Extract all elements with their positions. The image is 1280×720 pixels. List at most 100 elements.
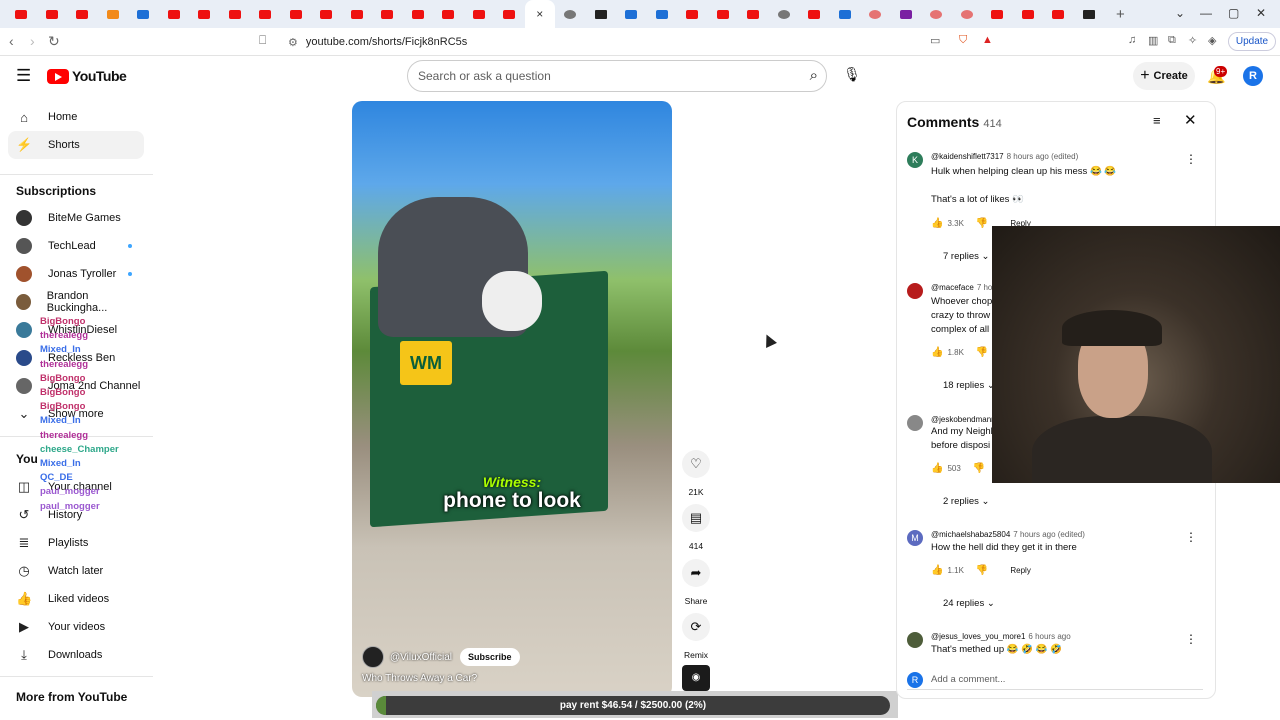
comment-author[interactable]: @michaelshabaz5804 7 hours ago (edited) — [931, 530, 1085, 539]
tab-youtube[interactable] — [464, 0, 495, 28]
back-icon[interactable]: ‹ — [9, 33, 14, 49]
tab-x[interactable] — [586, 0, 617, 28]
tab-pocket[interactable] — [921, 0, 952, 28]
address-bar[interactable]: ⚙ youtube.com/shorts/Ficjk8nRC5s — [276, 31, 996, 53]
tab-twitch[interactable] — [891, 0, 922, 28]
sidebar-item-shorts[interactable]: ⚡ Shorts — [8, 131, 144, 159]
sound-avatar[interactable]: ◉ — [682, 665, 710, 691]
tab-steam[interactable] — [128, 0, 159, 28]
short-video-player[interactable]: WM Witness: phone to look @ViluxOfficial… — [352, 101, 672, 697]
tab-youtube[interactable] — [311, 0, 342, 28]
thumbs-down-icon[interactable]: 👎 — [976, 218, 988, 229]
minimize-icon[interactable]: — — [1200, 6, 1212, 20]
like-button[interactable]: ♡ — [682, 450, 710, 478]
add-comment-input[interactable]: Add a comment... — [931, 674, 1005, 685]
brave-shield-icon[interactable]: ⛉ — [959, 34, 967, 47]
tab-youtube[interactable] — [799, 0, 830, 28]
microphone-icon[interactable]: 🎙 — [840, 66, 864, 86]
avatar[interactable] — [907, 283, 923, 299]
tab-youtube[interactable] — [250, 0, 281, 28]
subscription-item[interactable]: Reckless Ben — [8, 344, 144, 372]
tab-youtube[interactable] — [982, 0, 1013, 28]
subscription-item[interactable]: WhistlinDiesel — [8, 316, 144, 344]
subscription-item[interactable]: TechLead — [8, 232, 144, 260]
more-options-icon[interactable]: ⋮ — [1185, 632, 1197, 646]
reload-icon[interactable]: ↻ — [48, 33, 60, 50]
tab-youtube[interactable] — [403, 0, 434, 28]
subscription-item[interactable]: Brandon Buckingha... — [8, 288, 144, 316]
thumbs-down-icon[interactable]: 👎 — [973, 463, 985, 474]
thumbs-down-icon[interactable]: 👎 — [976, 565, 988, 576]
search-icon[interactable]: ⌕ — [810, 67, 818, 84]
show-more-button[interactable]: ⌄ Show more — [8, 400, 144, 428]
tab-youtube[interactable] — [708, 0, 739, 28]
share-button[interactable]: ➦ — [682, 559, 710, 587]
you-heading[interactable]: You — [16, 452, 38, 466]
sidebar-item-playlists[interactable]: ≣ Playlists — [8, 529, 144, 557]
remix-button[interactable]: ⟳ — [682, 613, 710, 641]
media-icon[interactable]: ♫ — [1128, 34, 1136, 46]
search-input[interactable]: Search or ask a question ⌕ — [407, 60, 827, 92]
reply-button[interactable]: Reply — [1010, 566, 1030, 575]
tab-youtube[interactable] — [37, 0, 68, 28]
add-comment-row[interactable]: R Add a comment... — [907, 670, 1203, 690]
sidebar-item-downloads[interactable]: ⤓ Downloads — [8, 641, 144, 669]
forward-icon[interactable]: › — [30, 33, 35, 49]
tab-youtube[interactable] — [189, 0, 220, 28]
tab-active[interactable]: × — [524, 0, 555, 28]
subscribe-button[interactable]: Subscribe — [460, 648, 520, 666]
replies-toggle[interactable]: 7 replies ⌄ — [943, 251, 990, 262]
avatar[interactable]: M — [907, 530, 923, 546]
tab-pocket[interactable] — [952, 0, 983, 28]
replies-toggle[interactable]: 18 replies ⌄ — [943, 380, 995, 391]
channel-name[interactable]: @ViluxOfficial — [390, 652, 452, 663]
sidebar-item-history[interactable]: ↺ History — [8, 501, 144, 529]
close-icon[interactable]: ✕ — [1184, 111, 1197, 129]
subscription-item[interactable]: Jonas Tyroller — [8, 260, 144, 288]
youtube-logo[interactable]: YouTube — [47, 68, 127, 84]
replies-toggle[interactable]: 24 replies ⌄ — [943, 598, 995, 609]
tab-youtube[interactable] — [1043, 0, 1074, 28]
rewards-icon[interactable]: ▲ — [982, 34, 993, 46]
ai-icon[interactable]: ✧ — [1188, 34, 1197, 47]
tab-globe[interactable] — [769, 0, 800, 28]
tab-reddit[interactable] — [98, 0, 129, 28]
avatar[interactable] — [907, 415, 923, 431]
tab-youtube[interactable] — [494, 0, 525, 28]
tab-youtube[interactable] — [6, 0, 37, 28]
tab-calendar[interactable] — [555, 0, 586, 28]
sidebar-toggle-icon[interactable]: ▥ — [1148, 34, 1158, 47]
comment-author[interactable]: @jeskobendmann — [931, 415, 996, 424]
update-button[interactable]: Update — [1228, 32, 1276, 51]
tab-youtube[interactable] — [372, 0, 403, 28]
close-window-icon[interactable]: ✕ — [1256, 6, 1266, 20]
thumbs-up-icon[interactable]: 👍 — [931, 218, 943, 229]
tab-youtube[interactable] — [281, 0, 312, 28]
sidebar-item-watch-later[interactable]: ◷ Watch later — [8, 557, 144, 585]
create-button[interactable]: + Create — [1133, 62, 1195, 90]
more-options-icon[interactable]: ⋮ — [1185, 152, 1197, 166]
cast-icon[interactable]: ▭ — [930, 34, 940, 47]
tab-x[interactable] — [1074, 0, 1105, 28]
sidebar-item-liked-videos[interactable]: 👍 Liked videos — [8, 585, 144, 613]
tab-search-icon[interactable]: ⌄ — [1175, 6, 1185, 20]
sidebar-item-home[interactable]: ⌂ Home — [8, 103, 144, 131]
comment-author[interactable]: @jesus_loves_you_more1 6 hours ago — [931, 632, 1071, 641]
tab-youtube[interactable] — [1013, 0, 1044, 28]
channel-avatar[interactable] — [362, 646, 384, 668]
comment-author[interactable]: @kaidenshiflett7317 8 hours ago (edited) — [931, 152, 1078, 161]
maximize-icon[interactable]: ▢ — [1228, 6, 1239, 20]
thumbs-up-icon[interactable]: 👍 — [931, 347, 943, 358]
menu-icon[interactable]: ☰ — [16, 67, 31, 84]
more-options-icon[interactable]: ⋮ — [1185, 530, 1197, 544]
comments-button[interactable]: ▤ — [682, 504, 710, 532]
tab-youtube[interactable] — [220, 0, 251, 28]
sidebar-item-your-channel[interactable]: ◫ Your channel — [8, 473, 144, 501]
comment-author[interactable]: @maceface 7 ho — [931, 283, 992, 292]
subscription-item[interactable]: Joma 2nd Channel — [8, 372, 144, 400]
tab-youtube[interactable] — [159, 0, 190, 28]
tab-youtube[interactable] — [342, 0, 373, 28]
tab-steam[interactable] — [830, 0, 861, 28]
thumbs-up-icon[interactable]: 👍 — [931, 463, 943, 474]
avatar[interactable]: K — [907, 152, 923, 168]
